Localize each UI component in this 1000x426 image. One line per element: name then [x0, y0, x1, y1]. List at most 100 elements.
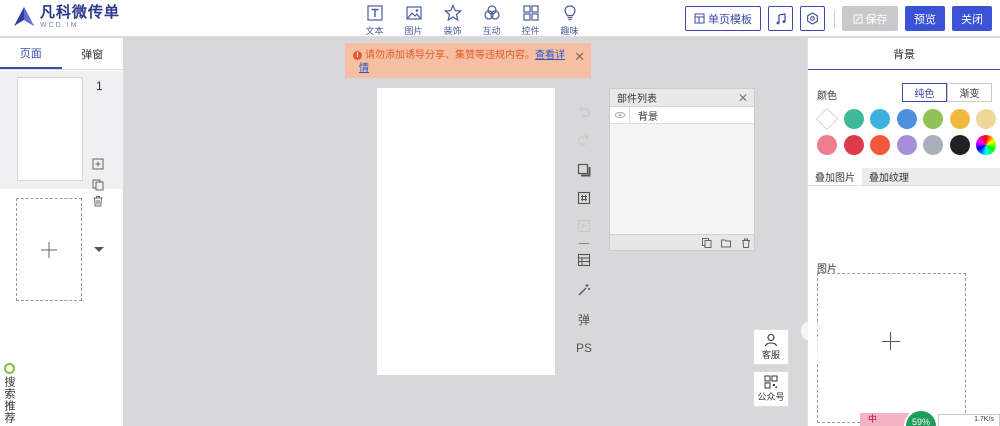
tab-overlay-texture[interactable]: 叠加纹理 — [862, 168, 916, 185]
chevron-down-icon[interactable] — [94, 247, 104, 252]
interaction-icon — [483, 5, 500, 20]
undo-icon — [579, 106, 591, 117]
speed-rate: 1.7K/s — [974, 416, 994, 423]
color-swatch[interactable] — [949, 135, 970, 155]
search-recommend-icon — [3, 363, 15, 374]
tool-text[interactable]: 文本 — [355, 4, 394, 37]
tool-widget-label: 控件 — [521, 26, 540, 36]
close-button[interactable]: 关闭 — [952, 6, 992, 31]
magic-wand-icon — [578, 284, 590, 296]
widget-icon — [522, 5, 539, 21]
tab-overlay-image[interactable]: 叠加图片 — [808, 168, 862, 185]
search-recommend-label: 搜索推荐 — [3, 376, 15, 424]
color-swatch[interactable] — [817, 135, 837, 155]
color-swatch[interactable] — [870, 135, 890, 155]
color-swatch[interactable] — [896, 135, 917, 155]
tab-popup[interactable]: 弹窗 — [62, 38, 124, 69]
tool-image[interactable]: 图片 — [394, 4, 433, 37]
tool-widget[interactable]: 控件 — [511, 4, 550, 37]
ps-button[interactable]: PS — [573, 339, 595, 357]
color-swatch[interactable] — [843, 109, 864, 129]
tool-interaction[interactable]: 互动 — [472, 4, 511, 37]
trash-icon[interactable] — [741, 238, 751, 248]
copy-page-icon[interactable] — [92, 179, 104, 191]
notice-text: 请勿添加诱导分享、集赞等违规内容。 — [365, 50, 535, 61]
tool-image-label: 图片 — [404, 26, 423, 36]
color-swatch[interactable] — [843, 135, 864, 155]
color-swatch[interactable] — [815, 107, 839, 131]
folder-icon[interactable] — [721, 238, 731, 248]
undo-button[interactable] — [573, 102, 595, 120]
grid-button[interactable] — [573, 189, 595, 207]
page-list-item[interactable]: 1 — [0, 71, 123, 207]
editing-canvas[interactable] — [377, 88, 555, 375]
tool-decoration-label: 装饰 — [443, 26, 462, 36]
tab-pages[interactable]: 页面 — [0, 38, 62, 69]
play-icon — [577, 219, 591, 233]
add-page-icon[interactable] — [92, 158, 104, 170]
color-swatch[interactable] — [870, 109, 890, 129]
speed-percent: 59% — [904, 409, 938, 426]
logo[interactable]: 凡科微传单 WCD.IM — [12, 5, 120, 29]
tool-fun[interactable]: 趣味 — [550, 4, 589, 37]
insert-toolbar: 文本 图片 装饰 互动 控件 趣味 — [355, 4, 589, 37]
top-bar: 凡科微传单 WCD.IM 文本 图片 装饰 互动 控件 趣味 单页模板 保存 预… — [0, 0, 1000, 37]
text-icon — [366, 5, 383, 21]
layer-button[interactable] — [573, 161, 595, 179]
color-swatch[interactable] — [976, 135, 996, 155]
page-number: 1 — [96, 79, 103, 93]
save-button-label: 保存 — [865, 13, 888, 26]
star-icon — [443, 4, 462, 22]
tool-decoration[interactable]: 装饰 — [433, 4, 472, 37]
popup-button[interactable]: 弹 — [573, 310, 595, 328]
delete-page-icon[interactable] — [92, 195, 104, 207]
page-thumbnail[interactable] — [17, 77, 83, 181]
copy-icon[interactable] — [702, 238, 712, 248]
table-icon — [577, 253, 591, 267]
color-swatch[interactable] — [949, 109, 970, 129]
color-label: 颜色 — [817, 91, 837, 102]
warning-icon: ! — [353, 51, 362, 60]
color-swatch[interactable] — [923, 135, 943, 155]
color-swatch[interactable] — [923, 109, 943, 129]
eye-icon[interactable] — [610, 106, 630, 124]
magic-button[interactable] — [573, 281, 595, 299]
color-swatch[interactable] — [976, 109, 996, 129]
overlay-tabs: 叠加图片 叠加纹理 — [808, 168, 1000, 186]
add-page-button[interactable] — [16, 198, 82, 301]
redo-button[interactable] — [573, 130, 595, 148]
music-button[interactable] — [768, 6, 793, 31]
close-icon[interactable]: ✕ — [574, 50, 585, 63]
table-button[interactable] — [573, 251, 595, 269]
single-page-template-button[interactable]: 单页模板 — [685, 6, 761, 31]
search-recommend[interactable]: 搜索推荐 — [2, 363, 16, 424]
layers-icon — [577, 163, 591, 177]
tab-gradient[interactable]: 渐变 — [947, 83, 992, 102]
single-page-template-label: 单页模板 — [708, 13, 752, 26]
music-icon — [776, 12, 786, 24]
grid-icon — [577, 191, 591, 205]
gear-icon — [807, 12, 818, 25]
close-icon[interactable]: ✕ — [738, 91, 748, 105]
settings-button[interactable] — [800, 6, 825, 31]
tab-solid-color[interactable]: 纯色 — [902, 83, 947, 102]
component-row[interactable]: 背景 — [610, 106, 754, 124]
save-button[interactable]: 保存 — [842, 6, 898, 31]
background-panel-title: 背景 — [808, 38, 1000, 70]
network-speed-widget[interactable]: 中 1.7K/s 59% — [860, 402, 1000, 426]
logo-icon — [14, 7, 34, 26]
tool-divider — [579, 243, 589, 244]
paw-watermark-icon — [801, 318, 847, 364]
component-list-header: 部件列表 ✕ — [610, 89, 754, 107]
logo-subtitle: WCD.IM — [40, 22, 79, 29]
redo-icon — [577, 134, 589, 145]
component-list-title: 部件列表 — [617, 94, 657, 105]
color-mode-tabs: 纯色 渐变 — [902, 83, 992, 102]
component-list-footer — [610, 234, 754, 250]
color-swatch[interactable] — [896, 109, 917, 129]
component-name: 背景 — [638, 111, 658, 123]
tool-text-label: 文本 — [365, 26, 384, 36]
tool-fun-label: 趣味 — [560, 26, 579, 36]
preview-button[interactable]: 预览 — [905, 6, 945, 31]
play-button[interactable] — [573, 217, 595, 235]
